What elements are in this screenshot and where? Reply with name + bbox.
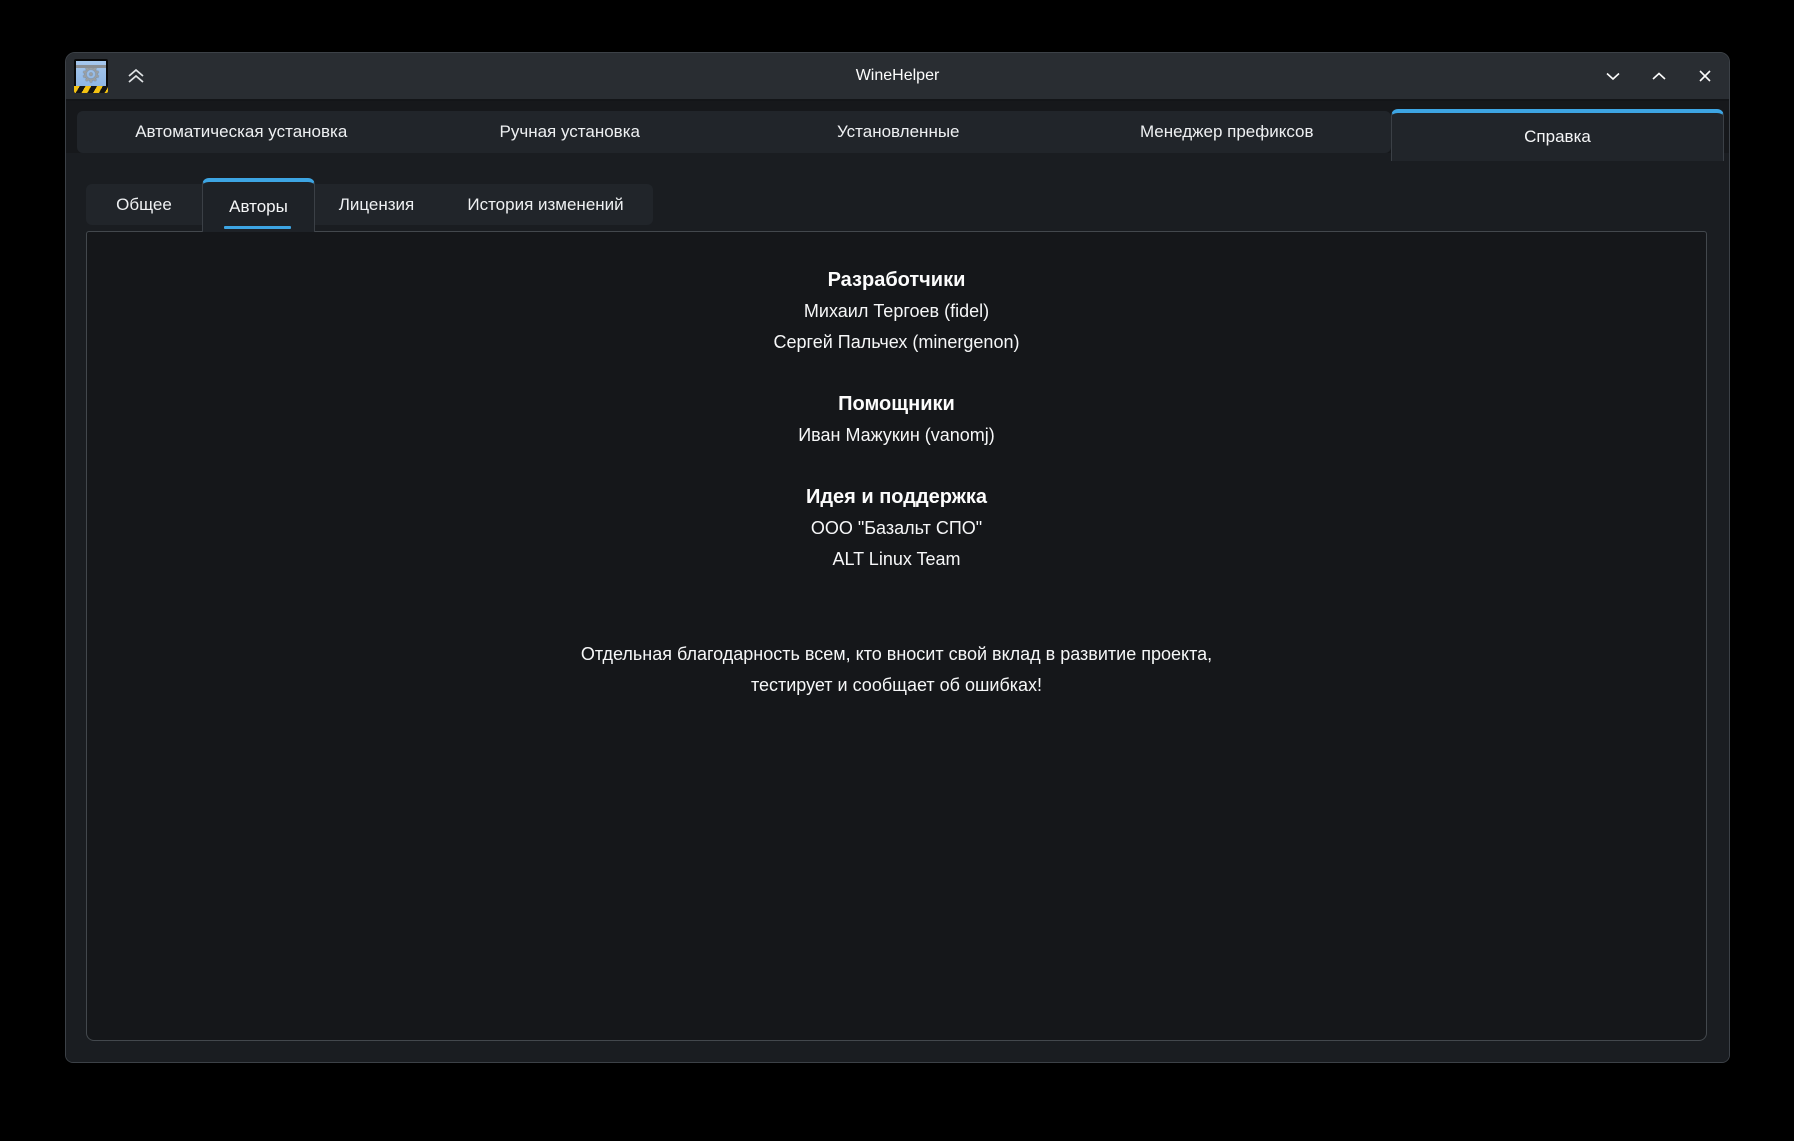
- subtab-general[interactable]: Общее: [86, 184, 202, 225]
- section-helpers: Помощники Иван Мажукин (vanomj): [87, 389, 1706, 451]
- main-tabbar: Автоматическая установка Ручная установк…: [66, 101, 1729, 153]
- authors-content: Разработчики Михаил Тергоев (fidel) Серг…: [87, 232, 1706, 701]
- help-pane: Общее Лицензия История изменений Авторы …: [66, 153, 1729, 1063]
- section-developers: Разработчики Михаил Тергоев (fidel) Серг…: [87, 265, 1706, 358]
- titlebar[interactable]: ⚙ WineHelper: [66, 53, 1729, 101]
- winehelper-window: ⚙ WineHelper: [65, 52, 1730, 1063]
- author-line: Сергей Пальчех (minergenon): [87, 327, 1706, 358]
- sub-tab-strip: Общее Лицензия История изменений: [86, 184, 653, 225]
- tab-manual-install[interactable]: Ручная установка: [406, 111, 735, 153]
- minimize-button[interactable]: [1603, 66, 1623, 86]
- author-line: Михаил Тергоев (fidel): [87, 296, 1706, 327]
- tab-auto-install[interactable]: Автоматическая установка: [77, 111, 406, 153]
- window-controls: [1603, 53, 1715, 99]
- app-icon: ⚙: [74, 59, 108, 93]
- shade-button[interactable]: [124, 64, 148, 88]
- chevron-up-icon: [1650, 67, 1668, 85]
- subtab-authors-label: Авторы: [229, 197, 288, 217]
- app-icon-background: ⚙: [76, 61, 106, 86]
- section-heading: Помощники: [87, 389, 1706, 420]
- section-idea-support: Идея и поддержка ООО "Базальт СПО" ALT L…: [87, 482, 1706, 575]
- chevron-down-icon: [1604, 67, 1622, 85]
- thanks-line: тестирует и сообщает об ошибках!: [87, 670, 1706, 701]
- tab-prefix-manager[interactable]: Менеджер префиксов: [1063, 111, 1392, 153]
- authors-content-frame: Разработчики Михаил Тергоев (fidel) Серг…: [86, 231, 1707, 1041]
- double-chevron-up-icon: [126, 68, 146, 84]
- thanks-note: Отдельная благодарность всем, кто вносит…: [87, 639, 1706, 701]
- window-title: WineHelper: [66, 67, 1729, 85]
- subtab-authors[interactable]: Авторы: [202, 178, 315, 232]
- close-button[interactable]: [1695, 66, 1715, 86]
- gear-glyph: ⚙: [81, 64, 101, 86]
- author-line: Иван Мажукин (vanomj): [87, 420, 1706, 451]
- author-line: ALT Linux Team: [87, 544, 1706, 575]
- subtab-license[interactable]: Лицензия: [315, 184, 438, 225]
- focus-underline: [224, 226, 291, 229]
- tab-installed[interactable]: Установленные: [734, 111, 1063, 153]
- main-tab-strip: Автоматическая установка Ручная установк…: [77, 111, 1391, 153]
- section-heading: Разработчики: [87, 265, 1706, 296]
- thanks-line: Отдельная благодарность всем, кто вносит…: [87, 639, 1706, 670]
- hazard-stripe: [74, 86, 108, 93]
- subtab-changelog[interactable]: История изменений: [438, 184, 653, 225]
- close-icon: [1696, 67, 1714, 85]
- tab-help[interactable]: Справка: [1391, 109, 1724, 161]
- author-line: ООО "Базальт СПО": [87, 513, 1706, 544]
- section-heading: Идея и поддержка: [87, 482, 1706, 513]
- maximize-button[interactable]: [1649, 66, 1669, 86]
